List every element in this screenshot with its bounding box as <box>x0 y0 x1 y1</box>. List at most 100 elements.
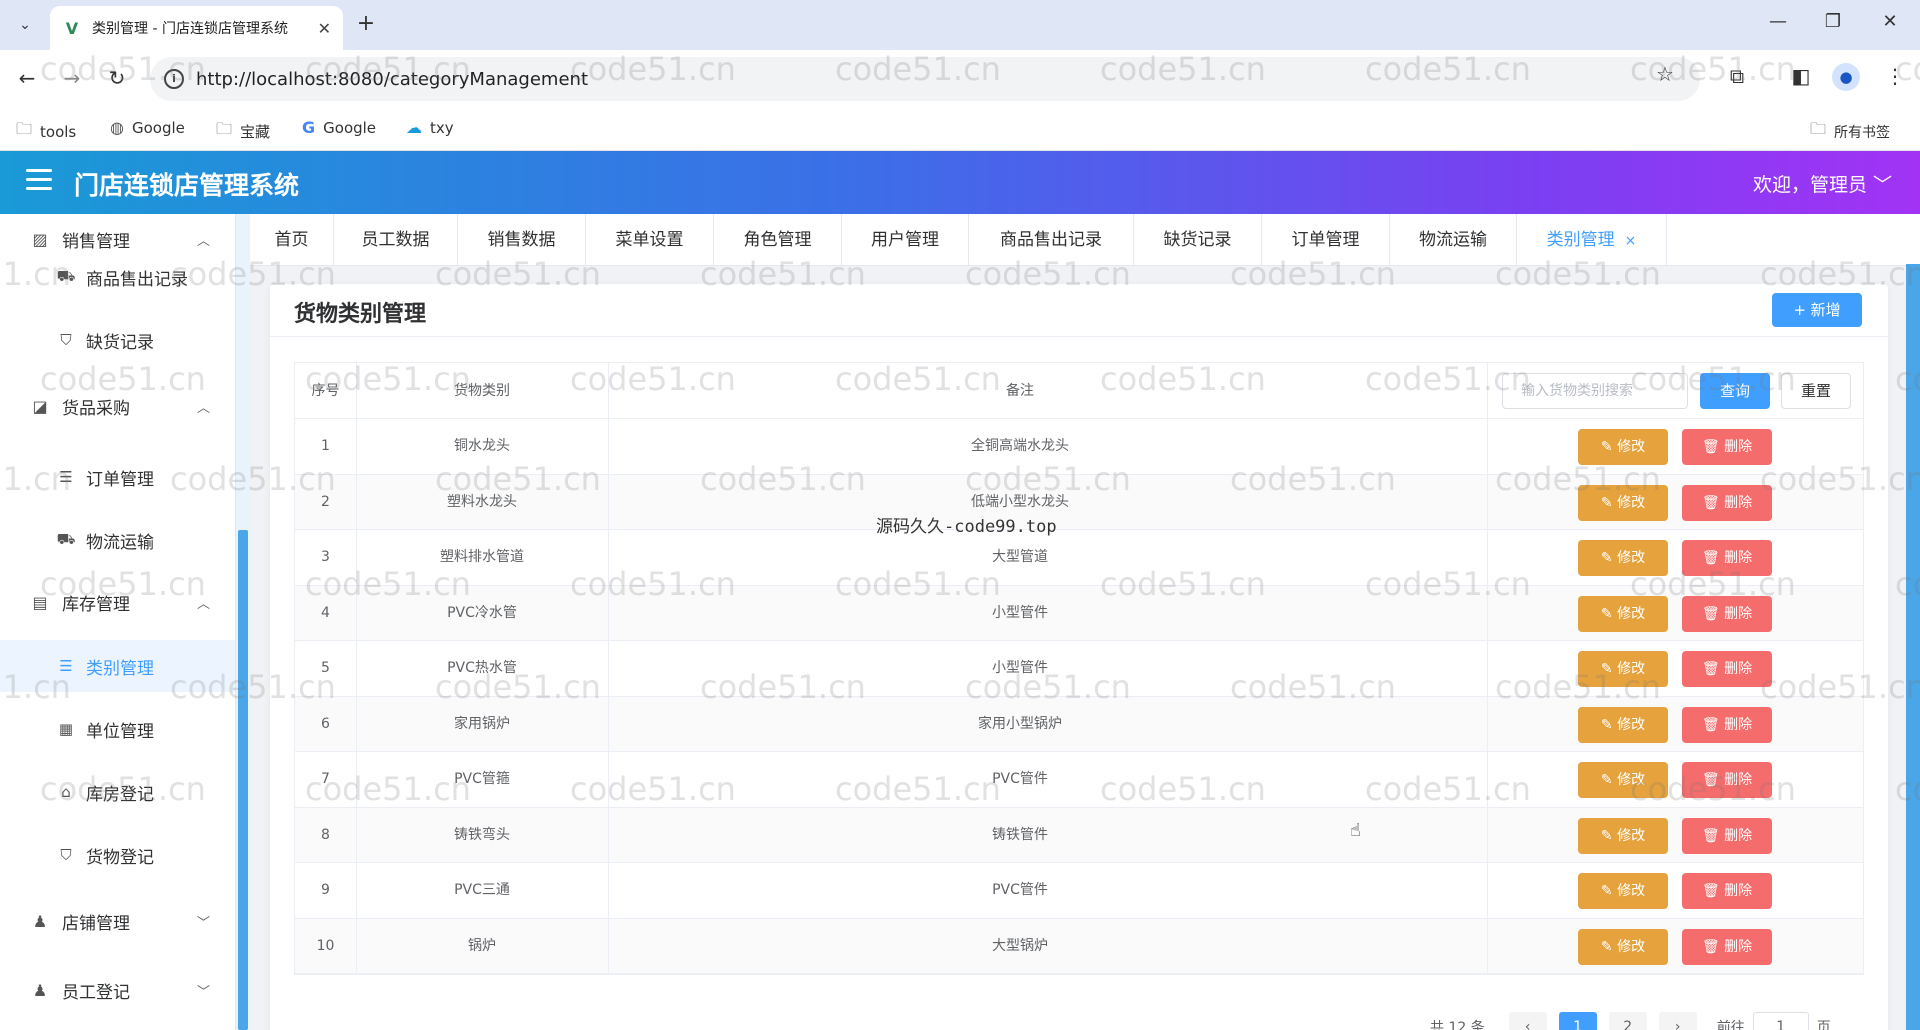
header-no: 序号 <box>311 383 340 399</box>
tab-role-management[interactable]: 角色管理 <box>714 214 842 266</box>
sidebar-group-store[interactable]: ♟ 店铺管理 ﹀ <box>0 896 235 946</box>
menu-toggle-icon[interactable] <box>26 169 52 191</box>
bookmark-star-icon[interactable]: ☆ <box>1656 62 1674 86</box>
edit-button[interactable]: ✎ 修改 <box>1578 429 1668 465</box>
tab-sales-record[interactable]: 商品售出记录 <box>969 214 1134 266</box>
edit-button[interactable]: ✎ 修改 <box>1578 706 1668 743</box>
tab-close-icon[interactable]: × <box>1625 233 1637 249</box>
sidebar-scrollbar[interactable] <box>238 530 248 1030</box>
next-page-button[interactable]: › <box>1658 1012 1697 1030</box>
delete-button[interactable]: 🗑 删除 <box>1682 651 1772 687</box>
site-info-icon[interactable]: i <box>164 69 184 89</box>
cell-remark: PVC管件 <box>992 882 1048 898</box>
sidebar-item-order-management[interactable]: ☰ 订单管理 <box>0 451 235 503</box>
page-1-button[interactable]: 1 <box>1558 1012 1597 1030</box>
tab-label: 类别管理 <box>1546 230 1615 250</box>
reset-button[interactable]: 重置 <box>1781 373 1851 409</box>
tab-category-management[interactable]: 类别管理 × <box>1517 214 1667 266</box>
more-menu-icon[interactable]: ⋮ <box>1880 64 1910 88</box>
delete-button[interactable]: 🗑 删除 <box>1682 706 1772 743</box>
address-url[interactable]: http://localhost:8080/categoryManagement <box>196 69 588 90</box>
column-divider <box>608 474 609 529</box>
reload-icon[interactable]: ↻ <box>102 63 132 93</box>
page-2-button[interactable]: 2 <box>1608 1012 1647 1030</box>
edit-button[interactable]: ✎ 修改 <box>1578 484 1668 521</box>
page-tabs: 首页 员工数据 销售数据 菜单设置 角色管理 用户管理 商品售出记录 缺货记录 … <box>250 214 1920 266</box>
edit-button[interactable]: ✎ 修改 <box>1578 817 1668 854</box>
window-close-icon[interactable]: ✕ <box>1870 11 1910 32</box>
edit-button[interactable]: ✎ 修改 <box>1578 928 1668 965</box>
sidebar-item-logistics[interactable]: ⛟ 物流运输 <box>0 514 235 566</box>
column-divider <box>356 474 357 529</box>
cell-remark: 全铜高端水龙头 <box>971 438 1069 454</box>
sidebar-item-shortage-record[interactable]: ⛉ 缺货记录 <box>0 314 235 366</box>
sidebar-item-unit-management[interactable]: ▦ 单位管理 <box>0 703 235 755</box>
new-tab-button[interactable]: + <box>352 11 380 36</box>
delete-button[interactable]: 🗑 删除 <box>1682 484 1772 521</box>
edit-button[interactable]: ✎ 修改 <box>1578 762 1668 798</box>
edit-button[interactable]: ✎ 修改 <box>1578 595 1668 632</box>
sidebar-item-warehouse[interactable]: ⌂ 库房登记 <box>0 766 235 818</box>
sidebar-item-sales-record[interactable]: ⛟ 商品售出记录 <box>0 251 235 303</box>
tab-staff-data[interactable]: 员工数据 <box>334 214 458 266</box>
delete-button[interactable]: 🗑 删除 <box>1682 817 1772 854</box>
cell-remark: 大型锅炉 <box>992 937 1048 954</box>
tab-close-icon[interactable]: ✕ <box>318 19 331 38</box>
forward-icon[interactable]: → <box>57 63 87 93</box>
delete-button[interactable]: 🗑 删除 <box>1682 540 1772 576</box>
search-input[interactable]: 输入货物类别搜索 <box>1502 373 1688 409</box>
user-menu[interactable]: 欢迎，管理员 ﹀ <box>1753 170 1892 197</box>
goto-page-input[interactable]: 1 <box>1752 1012 1809 1030</box>
bag-icon: ⛉ <box>60 331 72 349</box>
tab-user-management[interactable]: 用户管理 <box>842 214 969 266</box>
tab-order-management[interactable]: 订单管理 <box>1262 214 1390 266</box>
pagination: 共 12 条 ‹ 1 2 › 前往 1 页 <box>1430 1012 1831 1030</box>
cell-no: 10 <box>316 937 335 954</box>
delete-button[interactable]: 🗑 删除 <box>1682 928 1772 965</box>
sidebar-item-label: 商品售出记录 <box>86 269 188 290</box>
bookmark-google[interactable]: ◍ Google <box>110 118 185 137</box>
sidebar-item-goods-register[interactable]: ⛉ 货物登记 <box>0 829 235 881</box>
bag-icon: ⛉ <box>60 846 72 864</box>
delete-button[interactable]: 🗑 删除 <box>1682 429 1772 465</box>
cell-category: PVC管箍 <box>454 771 510 787</box>
bookmark-google-2[interactable]: G Google <box>302 118 376 137</box>
bookmark-txy[interactable]: ☁ txy <box>406 118 454 137</box>
extensions-icon[interactable]: ⧉ <box>1722 64 1752 88</box>
restore-icon[interactable]: ❐ <box>1813 11 1853 32</box>
profile-avatar-icon[interactable]: ● <box>1832 63 1860 91</box>
delete-button[interactable]: 🗑 删除 <box>1682 873 1772 909</box>
sidebar-group-staff[interactable]: ♟ 员工登记 ﹀ <box>0 965 235 1015</box>
tab-shortage-record[interactable]: 缺货记录 <box>1134 214 1262 266</box>
tab-logistics[interactable]: 物流运输 <box>1390 214 1517 266</box>
query-button[interactable]: 查询 <box>1700 373 1770 409</box>
tab-search-icon[interactable]: ⌄ <box>8 10 42 40</box>
cloud-icon: ☁ <box>406 118 422 137</box>
column-divider <box>608 641 609 696</box>
header-remark: 备注 <box>1006 383 1034 399</box>
tab-sales-data[interactable]: 销售数据 <box>458 214 586 266</box>
edit-button[interactable]: ✎ 修改 <box>1578 873 1668 909</box>
bookmark-tools[interactable]: 🗀 tools <box>16 118 76 145</box>
edit-button[interactable]: ✎ 修改 <box>1578 540 1668 576</box>
minimize-icon[interactable]: — <box>1758 11 1798 32</box>
sidebar-item-category-management[interactable]: ☰ 类别管理 <box>0 640 235 692</box>
sidebar-group-purchase[interactable]: ◪ 货品采购 ︿ <box>0 381 235 431</box>
all-bookmarks[interactable]: 🗀 所有书签 <box>1810 118 1890 145</box>
edit-button[interactable]: ✎ 修改 <box>1578 651 1668 687</box>
delete-button[interactable]: 🗑 删除 <box>1682 762 1772 798</box>
add-button[interactable]: + 新增 <box>1772 293 1862 327</box>
address-bar[interactable]: i http://localhost:8080/categoryManageme… <box>150 57 1700 101</box>
delete-button[interactable]: 🗑 删除 <box>1682 595 1772 632</box>
main-scrollbar[interactable] <box>1906 264 1920 1030</box>
tab-home[interactable]: 首页 <box>250 214 334 266</box>
back-icon[interactable]: ← <box>12 63 42 93</box>
side-panel-icon[interactable]: ◧ <box>1786 64 1816 88</box>
truck-icon: ⛟ <box>56 530 76 548</box>
prev-page-button[interactable]: ‹ <box>1508 1012 1547 1030</box>
browser-tab[interactable]: V 类别管理 - 门店连锁店管理系统 ✕ <box>50 6 343 50</box>
tab-menu-settings[interactable]: 菜单设置 <box>586 214 714 266</box>
table-row: 2 塑料水龙头 低端小型水龙头 ✎ 修改 🗑 删除 <box>295 474 1863 530</box>
sidebar-group-inventory[interactable]: ▤ 库存管理 ︿ <box>0 577 235 627</box>
bookmark-baozang[interactable]: 🗀 宝藏 <box>216 118 270 145</box>
